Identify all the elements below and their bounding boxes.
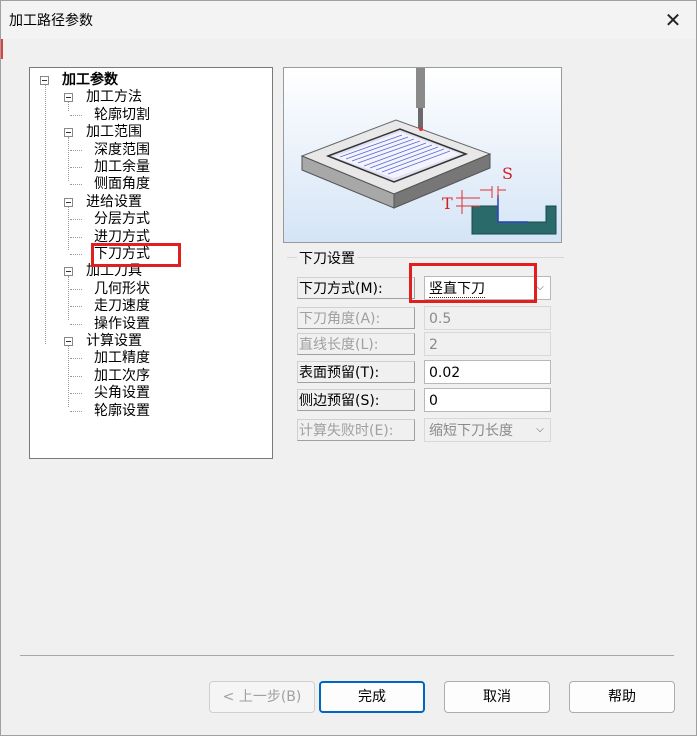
tree-item-label: 分层方式 — [94, 211, 150, 228]
tree-item-label: 加工余量 — [94, 159, 150, 175]
tree-item-label: 轮廓设置 — [94, 402, 150, 419]
field-label: 直线长度(L): — [297, 333, 415, 355]
finish-button[interactable]: 完成 — [319, 681, 425, 713]
close-button[interactable]: ✕ — [650, 1, 696, 39]
text-field: 0.5 — [424, 306, 551, 330]
field-label: 下刀角度(A): — [297, 307, 415, 329]
tree-connector — [70, 393, 82, 395]
field-label: 下刀方式(M): — [297, 277, 415, 299]
tree-item[interactable]: 深度范围 — [30, 141, 270, 159]
back-button[interactable]: < 上一步(B) — [209, 681, 315, 713]
tree-item[interactable]: 计算设置 — [30, 332, 270, 350]
field-label: 侧边预留(S): — [297, 389, 415, 411]
tree-connector — [70, 358, 82, 360]
preview-label-t: T — [442, 194, 453, 213]
dialog-window: 加工路径参数 ✕ 加工参数 加工方法 轮廓切割 加工范围 深度范围 加工余量 侧面角度 进给设… — [0, 0, 697, 736]
tree-item[interactable]: 轮廓设置 — [30, 402, 270, 420]
text-field[interactable]: 0.02 — [424, 360, 551, 384]
tree-item-label: 加工方法 — [86, 89, 142, 106]
tree-connector — [70, 410, 82, 412]
tree-connector — [70, 114, 82, 116]
tree-item-label: 几何形状 — [94, 280, 150, 297]
chevron-down-icon[interactable]: ⌵ — [532, 419, 548, 441]
tree-item[interactable]: 加工参数 — [30, 71, 270, 89]
tree-item[interactable]: 加工次序 — [30, 367, 270, 385]
pocket-illustration-icon — [284, 68, 561, 242]
field-label: 计算失败时(E): — [297, 419, 415, 441]
collapse-toggle-icon[interactable] — [64, 128, 73, 138]
tree-item-label: 深度范围 — [94, 141, 150, 158]
tree-connector — [70, 236, 82, 238]
tree-item-label: 加工次序 — [94, 367, 150, 384]
tree-connector — [70, 288, 82, 290]
preview-image: S T — [283, 67, 562, 243]
tree-connector — [70, 167, 82, 168]
field-value: 0 — [429, 393, 438, 409]
tree-highlight-box — [91, 243, 181, 267]
field-value: 缩短下刀长度 — [429, 423, 513, 439]
tree-item[interactable]: 轮廓切割 — [30, 106, 270, 124]
tree-item-label: 尖角设置 — [94, 385, 150, 402]
text-field: 2 — [424, 332, 551, 356]
tree-item[interactable]: 操作设置 — [30, 315, 270, 333]
select-field: 缩短下刀长度 ⌵ — [424, 418, 551, 442]
tree-item-label: 走刀速度 — [94, 298, 150, 315]
collapse-toggle-icon[interactable] — [64, 337, 73, 346]
combo-highlight-box — [409, 263, 537, 303]
tree-item[interactable]: 加工余量 — [30, 158, 270, 176]
field-value: 0.5 — [429, 311, 452, 327]
field-label: 表面预留(T): — [297, 361, 415, 383]
tree-item[interactable]: 加工精度 — [30, 349, 270, 367]
collapse-toggle-icon[interactable] — [40, 76, 49, 85]
tree-item-label: 计算设置 — [86, 333, 142, 349]
tree-item-label: 侧面角度 — [94, 176, 150, 193]
field-value: 0.02 — [429, 365, 461, 381]
tree-item-label: 加工精度 — [94, 350, 150, 367]
tree-connector — [70, 375, 82, 377]
collapse-toggle-icon[interactable] — [64, 197, 73, 207]
tree-item[interactable]: 进给设置 — [30, 193, 270, 211]
tree-connector — [70, 306, 82, 308]
tree-connector — [70, 149, 82, 151]
tree-item-label: 操作设置 — [94, 315, 150, 332]
background-mark — [1, 39, 3, 59]
tree-item[interactable]: 几何形状 — [30, 280, 270, 298]
field-value: 2 — [429, 337, 438, 353]
text-field[interactable]: 0 — [424, 388, 551, 412]
tree-item[interactable]: 走刀速度 — [30, 297, 270, 315]
tree-item[interactable]: 加工范围 — [30, 123, 270, 141]
group-title: 下刀设置 — [297, 248, 357, 268]
tree-item[interactable]: 尖角设置 — [30, 384, 270, 402]
help-button[interactable]: 帮助 — [569, 681, 675, 713]
tree-item-label: 加工参数 — [62, 72, 118, 88]
tree-connector — [70, 323, 82, 325]
tree-item-label: 进给设置 — [86, 193, 142, 210]
footer-separator — [20, 655, 674, 656]
tree-item-label: 轮廓切割 — [94, 106, 150, 123]
tree-connector — [70, 184, 82, 186]
close-icon: ✕ — [664, 8, 682, 32]
tree-connector — [70, 219, 82, 221]
collapse-toggle-icon[interactable] — [64, 93, 73, 103]
collapse-toggle-icon[interactable] — [64, 267, 73, 277]
tree-item-label: 加工范围 — [86, 124, 142, 141]
tree-item[interactable]: 分层方式 — [30, 210, 270, 228]
tree-item[interactable]: 侧面角度 — [30, 175, 270, 193]
cancel-button[interactable]: 取消 — [444, 681, 550, 713]
tree-item[interactable]: 加工方法 — [30, 88, 270, 106]
window-title: 加工路径参数 — [9, 13, 93, 29]
tree-connector — [70, 254, 82, 255]
preview-label-s: S — [502, 164, 513, 183]
title-bar: 加工路径参数 ✕ — [1, 1, 696, 39]
